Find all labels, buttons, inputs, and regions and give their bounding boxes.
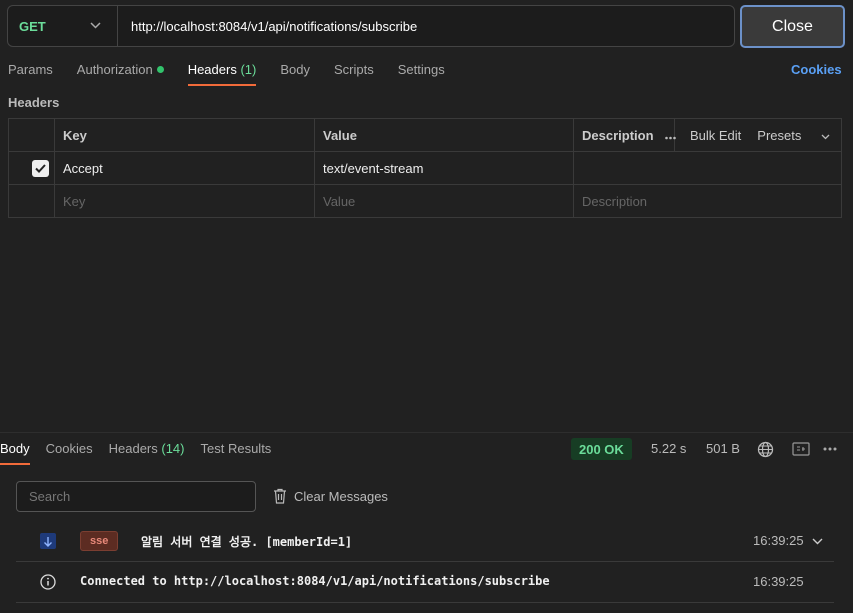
more-options-icon[interactable] xyxy=(820,439,840,459)
header-description-cell[interactable] xyxy=(573,152,582,184)
headers-count: (1) xyxy=(240,62,257,77)
message-row[interactable]: Connected to http://localhost:8084/v1/ap… xyxy=(16,562,834,602)
tab-test-results[interactable]: Test Results xyxy=(201,441,272,465)
header-value-cell[interactable]: text/event-stream xyxy=(314,152,423,184)
tab-headers[interactable]: Headers (1) xyxy=(187,62,257,86)
description-placeholder[interactable]: Description xyxy=(573,185,647,217)
clear-messages-button[interactable]: Clear Messages xyxy=(273,488,388,504)
response-size[interactable]: 501 B xyxy=(706,441,740,456)
value-placeholder[interactable]: Value xyxy=(314,185,355,217)
url-input[interactable]: http://localhost:8084/v1/api/notificatio… xyxy=(118,19,417,34)
headers-section-title: Headers xyxy=(8,95,60,110)
save-response-icon[interactable] xyxy=(791,439,811,459)
tab-authorization[interactable]: Authorization xyxy=(77,62,164,86)
cookies-link[interactable]: Cookies xyxy=(791,62,842,77)
tab-response-headers[interactable]: Headers (14) xyxy=(109,441,185,465)
headers-table: Key Value Description Bulk Edit Presets … xyxy=(8,118,842,218)
message-time: 16:39:25 xyxy=(753,574,804,589)
response-headers-count: (14) xyxy=(161,441,185,456)
status-badge[interactable]: 200 OK xyxy=(571,438,632,460)
response-time[interactable]: 5.22 s xyxy=(651,441,686,456)
chevron-down-icon xyxy=(821,134,830,139)
request-tabs: Params Authorization Headers (1) Body Sc… xyxy=(8,62,469,86)
column-key: Key xyxy=(63,127,87,143)
method-select[interactable]: GET xyxy=(8,6,118,46)
sse-badge: sse xyxy=(80,531,119,551)
close-button[interactable]: Close xyxy=(740,5,845,48)
trash-icon xyxy=(274,488,286,504)
column-value: Value xyxy=(323,127,357,143)
check-icon xyxy=(35,163,46,173)
message-text: Connected to http://localhost:8084/v1/ap… xyxy=(80,574,550,588)
bulk-edit-button[interactable]: Bulk Edit xyxy=(690,128,741,143)
key-placeholder[interactable]: Key xyxy=(54,185,85,217)
search-input[interactable] xyxy=(16,481,256,512)
tab-settings[interactable]: Settings xyxy=(398,62,445,86)
column-description: Description xyxy=(582,127,654,143)
message-time: 16:39:25 xyxy=(753,533,804,548)
more-options-icon[interactable] xyxy=(665,128,676,143)
info-icon xyxy=(40,574,56,590)
response-tabs: Body Cookies Headers (14) Test Results xyxy=(0,441,287,465)
message-row[interactable]: sse 알림 서버 연결 성공. [memberId=1] 16:39:25 xyxy=(16,521,834,561)
status-dot-icon xyxy=(156,66,164,74)
arrow-down-icon xyxy=(40,533,56,549)
tab-body[interactable]: Body xyxy=(280,62,310,86)
table-row-empty: Key Value Description xyxy=(9,185,841,217)
table-row: Accept text/event-stream xyxy=(9,152,841,185)
table-tools: Bulk Edit Presets xyxy=(665,119,841,151)
tab-params[interactable]: Params xyxy=(8,62,53,86)
header-key-cell[interactable]: Accept xyxy=(54,152,103,184)
tab-response-body[interactable]: Body xyxy=(0,441,30,465)
chevron-down-icon[interactable] xyxy=(812,533,823,548)
tab-response-cookies[interactable]: Cookies xyxy=(46,441,93,465)
table-header-row: Key Value Description Bulk Edit Presets xyxy=(9,119,841,152)
chevron-down-icon xyxy=(90,20,101,32)
tab-scripts[interactable]: Scripts xyxy=(334,62,374,86)
url-bar: GET http://localhost:8084/v1/api/notific… xyxy=(7,5,735,47)
presets-dropdown[interactable]: Presets xyxy=(757,128,830,143)
globe-icon[interactable] xyxy=(755,439,775,459)
message-text: 알림 서버 연결 성공. [memberId=1] xyxy=(141,535,353,549)
response-divider xyxy=(0,432,853,433)
message-divider xyxy=(16,602,834,603)
method-label: GET xyxy=(19,18,46,34)
header-enabled-checkbox[interactable] xyxy=(32,159,49,177)
